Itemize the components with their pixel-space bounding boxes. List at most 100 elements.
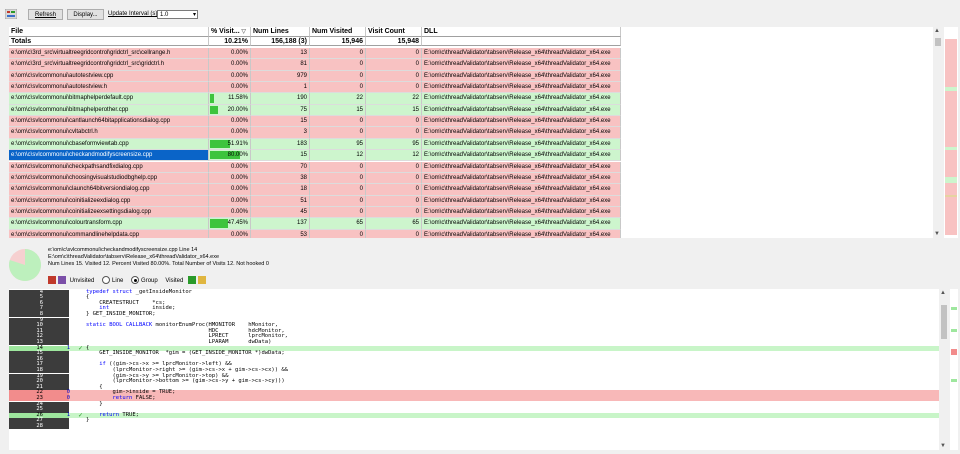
header-percent-visited[interactable]: % Visit... ▽ bbox=[209, 27, 251, 37]
cell-file: e:\om\c\svlcommonui\commandlinehelpdata.… bbox=[9, 229, 209, 238]
cell-percent: 0.00% bbox=[209, 82, 251, 94]
cell-num-visited: 0 bbox=[310, 172, 366, 185]
percent-visited-bar bbox=[210, 94, 214, 103]
totals-visited: 15,946 bbox=[310, 37, 366, 46]
update-interval-value: 1.0 bbox=[160, 12, 169, 18]
table-row[interactable]: e:\om\c\svlcommonui\cbaseformviewtab.cpp… bbox=[9, 138, 621, 151]
grid-coverage-minimap[interactable] bbox=[944, 27, 958, 238]
table-row[interactable]: e:\om\c\svlcommonui\autotestview.h 0.00% 1… bbox=[9, 82, 621, 94]
cell-visit-count: 0 bbox=[366, 59, 422, 71]
table-row[interactable]: e:\om\c\svlcommonui\commandlinehelpdata.… bbox=[9, 229, 621, 238]
cell-num-lines: 70 bbox=[251, 161, 310, 173]
minimap-visited-mark bbox=[951, 329, 957, 332]
refresh-button[interactable]: Refresh bbox=[28, 9, 63, 20]
table-row[interactable]: e:\om\c\svlcommonui\coinitializeexsettin… bbox=[9, 206, 621, 219]
line-radio[interactable] bbox=[102, 276, 111, 285]
cell-percent: 0.00% bbox=[209, 229, 251, 238]
table-row[interactable]: e:\om\c\svlcommonui\colourtransform.cpp 4… bbox=[9, 218, 621, 230]
cell-percent: 47.45% bbox=[209, 218, 251, 230]
cell-num-lines: 979 bbox=[251, 70, 310, 83]
cell-num-visited: 0 bbox=[310, 206, 366, 219]
header-num-visited[interactable]: Num Visited bbox=[310, 27, 366, 37]
coverage-legend: Unvisited Line Group Visited bbox=[48, 276, 208, 286]
cell-num-lines: 3 bbox=[251, 127, 310, 139]
table-row[interactable]: e:\om\c\svlcommonui\choosingvisualstudio… bbox=[9, 172, 621, 185]
cell-num-lines: 75 bbox=[251, 104, 310, 117]
totals-label: Totals bbox=[9, 37, 209, 46]
app-toolbar-icon bbox=[5, 9, 17, 19]
cell-percent: 0.00% bbox=[209, 70, 251, 83]
legend-line-label: Line bbox=[112, 278, 124, 284]
table-row[interactable]: e:\om\c\svlcommonui\coinitializeexdialog… bbox=[9, 195, 621, 207]
cell-num-visited: 0 bbox=[310, 229, 366, 238]
table-row[interactable]: e:\om\c\3rd_src\virtualtreegridcontrol\g… bbox=[9, 59, 621, 71]
sort-descending-icon: ▽ bbox=[239, 29, 246, 35]
code-line[interactable]: 28 bbox=[9, 423, 939, 430]
percent-visited-text: 0.00% bbox=[230, 174, 248, 181]
cell-percent: 0.00% bbox=[209, 59, 251, 71]
cell-num-lines: 1 bbox=[251, 82, 310, 94]
group-radio[interactable] bbox=[131, 276, 140, 285]
update-interval-combo[interactable]: 1.0 ▾ bbox=[157, 10, 198, 19]
cell-dll: E:\om\c\threadValidator\tabserv\Release_… bbox=[422, 138, 621, 151]
cell-file: e:\om\c\svlcommonui\checkpathsandfixdial… bbox=[9, 161, 209, 173]
table-row[interactable]: e:\om\c\svlcommonui\cantlaunch64bitappli… bbox=[9, 116, 621, 128]
totals-dll bbox=[422, 37, 621, 46]
minimap-visited-mark bbox=[951, 379, 957, 382]
scroll-down-icon[interactable]: ▼ bbox=[940, 443, 946, 449]
source-code-view[interactable]: 4 typedef struct _getInsideMonitor 5{6 CRE… bbox=[9, 289, 939, 450]
legend-visited-label: Visited bbox=[165, 278, 184, 284]
code-scroll-thumb[interactable] bbox=[941, 305, 947, 339]
header-dll[interactable]: DLL bbox=[422, 27, 621, 37]
cell-file: e:\om\c\svlcommonui\cbaseformviewtab.cpp bbox=[9, 138, 209, 151]
minimap-visited-mark bbox=[951, 307, 957, 310]
scroll-up-icon[interactable]: ▲ bbox=[940, 290, 946, 296]
display-label: Display... bbox=[73, 12, 98, 18]
minimap-unvisited-mark bbox=[951, 349, 957, 355]
percent-visited-text: 0.00% bbox=[230, 163, 248, 170]
chevron-down-icon[interactable]: ▾ bbox=[193, 11, 196, 19]
header-num-lines[interactable]: Num Lines bbox=[251, 27, 310, 37]
table-row[interactable]: e:\om\c\svlcommonui\claunch64bitversiond… bbox=[9, 184, 621, 196]
cell-visit-count: 0 bbox=[366, 206, 422, 219]
table-row[interactable]: e:\om\c\svlcommonui\checkpathsandfixdial… bbox=[9, 161, 621, 173]
code-vertical-scrollbar[interactable]: ▲ ▼ bbox=[939, 289, 949, 450]
grid-vertical-scrollbar[interactable]: ▲ ▼ bbox=[933, 27, 943, 238]
cell-dll: E:\om\c\threadValidator\tabserv\Release_… bbox=[422, 218, 621, 230]
header-file[interactable]: File bbox=[9, 27, 209, 37]
cell-visit-count: 0 bbox=[366, 116, 422, 128]
cell-num-visited: 95 bbox=[310, 138, 366, 151]
minimap-visited-mark bbox=[945, 147, 957, 150]
table-row[interactable]: e:\om\c\svlcommonui\bitmaphelperother.cp… bbox=[9, 104, 621, 117]
cell-percent: 51.91% bbox=[209, 138, 251, 151]
table-row[interactable]: e:\om\c\svlcommonui\checkandmodifyscreen… bbox=[9, 150, 621, 162]
percent-visited-text: 0.00% bbox=[230, 50, 248, 56]
cell-file: e:\om\c\svlcommonui\claunch64bitversiond… bbox=[9, 184, 209, 196]
cell-percent: 0.00% bbox=[209, 116, 251, 128]
percent-visited-text: 47.45% bbox=[227, 220, 248, 227]
visit-count bbox=[46, 424, 78, 430]
cell-dll: E:\om\c\threadValidator\tabserv\Release_… bbox=[422, 184, 621, 196]
cell-num-visited: 0 bbox=[310, 116, 366, 128]
cell-dll: E:\om\c\threadValidator\tabserv\Release_… bbox=[422, 150, 621, 162]
grid-totals-row[interactable]: Totals 10.21% 156,188 (3) 15,946 15,948 bbox=[9, 37, 621, 46]
table-row[interactable]: e:\om\c\svlcommonui\cvltabctrl.h 0.00% 3 0 0… bbox=[9, 127, 621, 139]
table-row[interactable]: e:\om\c\svlcommonui\bitmaphelperdefault.… bbox=[9, 93, 621, 105]
cell-num-visited: 0 bbox=[310, 70, 366, 83]
table-row[interactable]: e:\om\c\3rd_src\virtualtreegridcontrol\g… bbox=[9, 48, 621, 60]
scroll-down-icon[interactable]: ▼ bbox=[934, 231, 940, 237]
display-button[interactable]: Display... bbox=[67, 9, 104, 20]
table-row[interactable]: e:\om\c\svlcommonui\autotestview.cpp 0.00… bbox=[9, 70, 621, 83]
cell-file: e:\om\c\svlcommonui\checkandmodifyscreen… bbox=[9, 150, 209, 162]
percent-visited-text: 0.00% bbox=[230, 118, 248, 125]
cell-dll: E:\om\c\threadValidator\tabserv\Release_… bbox=[422, 93, 621, 105]
grid-scroll-thumb[interactable] bbox=[935, 38, 941, 46]
percent-visited-text: 0.00% bbox=[230, 208, 248, 215]
code-coverage-minimap[interactable] bbox=[950, 289, 958, 450]
visited-icon bbox=[187, 276, 196, 285]
cell-file: e:\om\c\svlcommonui\colourtransform.cpp bbox=[9, 218, 209, 230]
cell-num-lines: 45 bbox=[251, 206, 310, 219]
scroll-up-icon[interactable]: ▲ bbox=[934, 28, 940, 34]
header-visit-count[interactable]: Visit Count bbox=[366, 27, 422, 37]
minimap-visited-mark bbox=[945, 87, 957, 91]
